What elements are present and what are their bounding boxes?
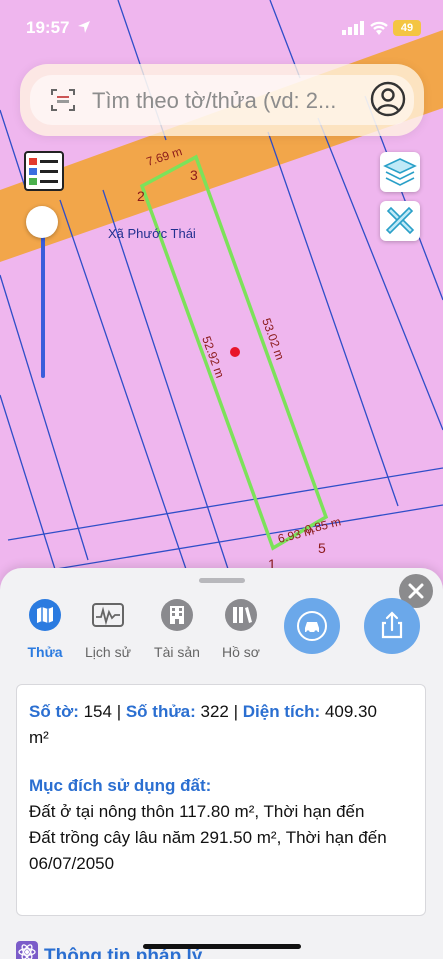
share-icon (381, 611, 403, 639)
scan-document-icon[interactable] (50, 88, 76, 112)
tab-label: Lịch sử (85, 644, 131, 660)
tab-label: Tài sản (154, 644, 200, 660)
car-icon (297, 611, 327, 641)
location-arrow-icon (78, 21, 90, 33)
land-use-line: Đất ở tại nông thôn 117.80 m², Thời hạn … (29, 802, 365, 821)
sheet-number-label: Số tờ: (29, 702, 79, 721)
directions-button[interactable] (284, 598, 340, 654)
parcel-number-label: Số thửa: (125, 702, 196, 721)
user-account-icon[interactable] (370, 81, 406, 117)
cellular-signal-icon (342, 21, 364, 35)
sheet-drag-handle[interactable] (199, 578, 245, 583)
opacity-slider-thumb[interactable] (26, 206, 58, 238)
tab-label: Thửa (27, 644, 63, 660)
area-label: Diện tích: (242, 702, 321, 721)
parcel-details-card: Số tờ: 154 | Số thửa: 322 | Diện tích: 4… (16, 684, 426, 916)
vertex-label-3: 3 (190, 167, 198, 183)
area-value: 409.30 (324, 702, 377, 721)
battery-indicator: 49 (393, 20, 421, 36)
tab-records[interactable]: Hồ sơ (206, 598, 276, 660)
library-icon (225, 599, 257, 631)
wifi-icon (370, 21, 388, 35)
status-bar: 19:57 49 (0, 0, 443, 56)
layers-button[interactable] (380, 152, 420, 192)
legend-icon (29, 158, 58, 185)
tab-parcel[interactable]: Thửa (10, 598, 80, 660)
parcel-info-sheet[interactable]: Thửa Lịch sử Tài sản Hồ sơ Số tờ: 154 | … (0, 568, 443, 959)
opacity-slider-track[interactable] (41, 234, 45, 378)
search-input[interactable] (92, 87, 362, 115)
vertex-label-2: 2 (137, 188, 145, 204)
commune-label: Xã Phước Thái (108, 226, 196, 241)
map-icon (29, 599, 61, 631)
sheet-number-value: 154 (83, 702, 112, 721)
land-use-purpose-title: Mục đích sử dụng đất: (29, 776, 212, 795)
land-use-line: 06/07/2050 (29, 854, 115, 873)
parcel-center-marker (230, 347, 240, 357)
land-use-line: Đất trồng cây lâu năm 291.50 m², Thời hạ… (29, 828, 387, 847)
tab-assets[interactable]: Tài sản (142, 598, 212, 660)
measure-ruler-icon (385, 206, 415, 235)
share-button[interactable] (364, 598, 420, 654)
legal-info-icon (16, 941, 38, 959)
area-unit: m² (29, 728, 49, 747)
history-icon (92, 603, 124, 627)
tab-label: Hồ sơ (222, 644, 260, 660)
legend-button[interactable] (24, 151, 64, 191)
measure-button[interactable] (380, 201, 420, 241)
layers-icon (383, 158, 417, 186)
search-bar[interactable] (20, 64, 424, 136)
tab-history[interactable]: Lịch sử (73, 598, 143, 660)
home-indicator (143, 944, 301, 949)
parcel-number-value: 322 (200, 702, 229, 721)
building-icon (161, 599, 193, 631)
status-time: 19:57 (26, 18, 70, 37)
parcel-summary-line: Số tờ: 154 | Số thửa: 322 | Diện tích: 4… (29, 702, 377, 721)
vertex-label-5: 5 (318, 540, 326, 556)
